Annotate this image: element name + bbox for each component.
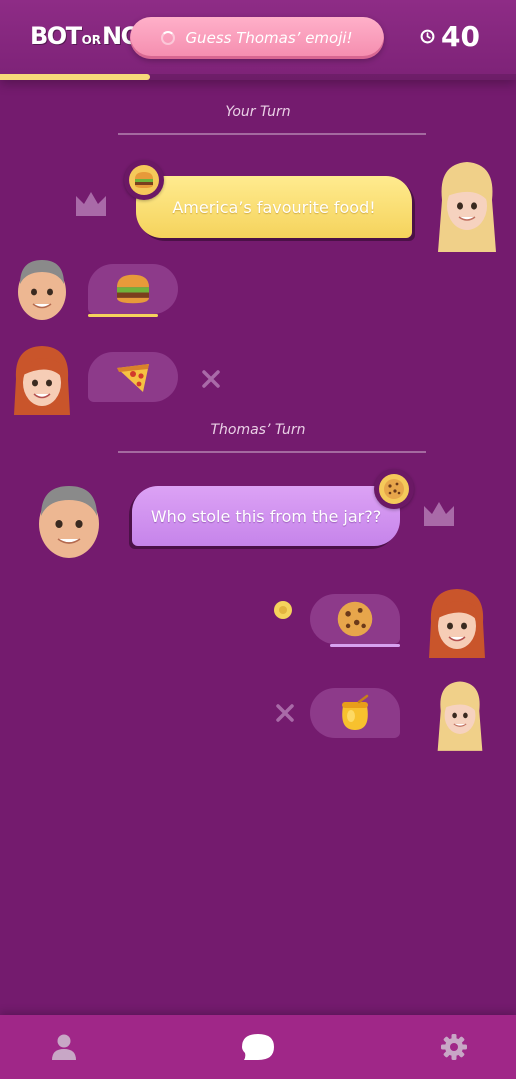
burger-icon (117, 274, 149, 304)
prompt-pill: Guess Thomas’ emoji! (130, 17, 384, 59)
guess-bubble-red-haired-round1 (88, 352, 178, 402)
section-title-thomas-turn: Thomas’ Turn (210, 422, 306, 438)
bottom-nav (0, 1015, 516, 1079)
guess-bubble-thomas-round1 (88, 264, 178, 314)
clue-bubble-round1: America’s favourite food! (136, 176, 412, 238)
cookie-icon (384, 479, 404, 499)
x-icon (202, 370, 220, 388)
guess-bubble-red-haired-round2 (310, 594, 400, 644)
section-title-your-turn: Your Turn (225, 104, 291, 120)
header: BOT OR NOT Guess Thomas’ emoji! 40 (0, 0, 516, 80)
avatar-you (437, 681, 483, 751)
timer-value: 40 (441, 20, 480, 53)
avatar-thomas (18, 260, 66, 320)
correct-indicator-icon (274, 601, 292, 619)
chat-icon (242, 1034, 274, 1060)
clue-bubble-round2: Who stole this from the jar?? (132, 486, 400, 546)
pizza-icon (117, 364, 149, 392)
round-progress-bar (0, 74, 516, 80)
timer: 40 (420, 20, 480, 53)
profile-icon (52, 1034, 76, 1060)
settings-icon (441, 1034, 467, 1060)
avatar-red-haired-player (429, 589, 485, 658)
nav-chat-button[interactable] (218, 1015, 298, 1079)
divider (118, 133, 426, 135)
guess-underline-correct (330, 644, 400, 647)
guess-bubble-you-round2 (310, 688, 400, 738)
round-progress-fill (0, 74, 150, 80)
app-screen: BOT OR NOT Guess Thomas’ emoji! 40 Your … (0, 0, 516, 1079)
clue-text-round1: America’s favourite food! (172, 197, 376, 217)
clue-emoji-badge-round1 (124, 160, 164, 200)
avatar-red-haired-player (14, 346, 70, 415)
cookie-icon (337, 601, 373, 637)
honey-pot-icon (342, 694, 369, 730)
avatar-thomas (39, 486, 99, 558)
crown-icon (76, 192, 106, 216)
clue-text-round2: Who stole this from the jar?? (150, 506, 382, 526)
spinner-icon (161, 31, 176, 45)
clock-icon (420, 29, 435, 44)
burger-icon (135, 172, 153, 188)
guess-underline-correct (88, 314, 158, 317)
nav-profile-button[interactable] (24, 1015, 104, 1079)
logo-bot: BOT (30, 22, 82, 50)
prompt-text: Guess Thomas’ emoji! (185, 29, 353, 47)
crown-icon (424, 502, 454, 526)
divider (118, 451, 426, 453)
avatar-you (438, 162, 496, 252)
logo-or: OR (81, 33, 102, 47)
nav-settings-button[interactable] (414, 1015, 494, 1079)
x-icon (276, 704, 294, 722)
clue-emoji-badge-round2 (374, 469, 414, 509)
